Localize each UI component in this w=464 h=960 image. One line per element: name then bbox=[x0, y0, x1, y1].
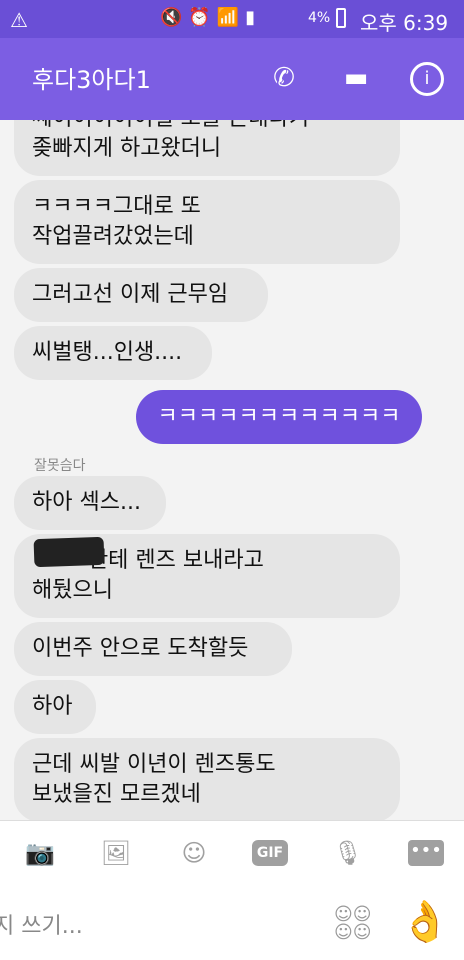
video-call-icon[interactable]: ▬ bbox=[338, 60, 374, 96]
message-bubble: 이번주 안으로 도착할듯 bbox=[14, 622, 292, 676]
emoji-icon[interactable]: ☺ bbox=[176, 837, 212, 869]
message-bubble: ㅋㅋㅋㅋ그대로 또 작업끌려갔었는데 bbox=[14, 180, 400, 264]
message-bubble: 그러고선 이제 근무임 bbox=[14, 268, 268, 322]
composer: 지 쓰기... ☺☺ ☺☺ 👌 bbox=[0, 884, 464, 960]
composer-toolbar: 📷 🖼 ☺ GIF 🎙 ••• bbox=[0, 820, 464, 885]
message-bubble: 근데 씨발 이년이 렌즈통도 보냈을진 모르겠네 bbox=[14, 738, 400, 820]
message-bubble: 쎄이이이이이일 모블 큰대다기 좆빠지게 하고왔더니 bbox=[14, 120, 400, 176]
gif-button[interactable]: GIF bbox=[252, 840, 288, 866]
app-bar: 후다3아다1 ✆ ▬ i bbox=[0, 38, 464, 120]
my-message-bubble: ㅋㅋㅋㅋㅋㅋㅋㅋㅋㅋㅋㅋ bbox=[136, 390, 422, 444]
ok-hand-icon[interactable]: 👌 bbox=[400, 898, 450, 945]
message-bubble: 하아 bbox=[14, 680, 96, 734]
clock: 오후 6:39 bbox=[360, 11, 449, 35]
sender-name: 잘못슴다 bbox=[34, 458, 86, 474]
more-icon[interactable]: ••• bbox=[408, 840, 444, 866]
warning-icon: ⚠ bbox=[10, 8, 28, 32]
phone-icon[interactable]: ✆ bbox=[266, 60, 302, 96]
redacted-name bbox=[33, 536, 105, 568]
message-bubble: 씨벌탱...인생.... bbox=[14, 326, 212, 380]
sticker-icon[interactable]: ☺☺ ☺☺ bbox=[334, 906, 374, 942]
battery-percent: 4% bbox=[308, 10, 331, 26]
message-list[interactable]: 쎄이이이이이일 모블 큰대다기 좆빠지게 하고왔더니 ㅋㅋㅋㅋ그대로 또 작업끌… bbox=[0, 120, 464, 820]
chat-title[interactable]: 후다3아다1 bbox=[32, 60, 151, 95]
status-bar: ⚠ 🔇⏰📶▮ 4% 오후 6:39 bbox=[0, 0, 464, 38]
message-bubble: 하아 섹스... bbox=[14, 476, 166, 530]
camera-icon[interactable]: 📷 bbox=[22, 837, 58, 869]
battery-icon bbox=[336, 8, 346, 28]
status-icons: 🔇⏰📶▮ bbox=[160, 7, 262, 28]
info-icon[interactable]: i bbox=[410, 62, 444, 96]
mic-icon[interactable]: 🎙 bbox=[330, 837, 366, 869]
message-input[interactable]: 지 쓰기... bbox=[0, 908, 83, 940]
image-icon[interactable]: 🖼 bbox=[98, 837, 134, 869]
